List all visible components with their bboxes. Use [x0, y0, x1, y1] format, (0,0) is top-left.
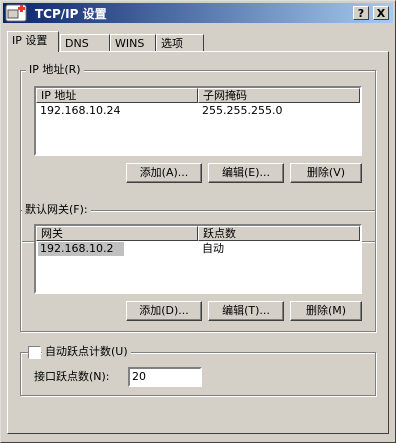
- gateway-metric-cell[interactable]: 自动: [202, 242, 224, 256]
- tcpip-settings-dialog: TCP/IP 设置 ? X IP 设置 DNS WINS 选项 IP 地址(R)…: [0, 0, 396, 443]
- gateway-cell[interactable]: 192.168.10.2: [38, 242, 124, 256]
- subnet-mask-cell[interactable]: 255.255.255.0: [202, 104, 282, 118]
- ip-add-button[interactable]: 添加(A)...: [126, 163, 202, 183]
- tab-ip-settings[interactable]: IP 设置: [7, 31, 59, 52]
- interface-metric-input[interactable]: 20: [128, 367, 202, 387]
- gateway-delete-button[interactable]: 删除(M): [290, 301, 362, 321]
- gateway-add-button[interactable]: 添加(D)...: [126, 301, 202, 321]
- tab-options[interactable]: 选项: [156, 34, 204, 51]
- window-title: TCP/IP 设置: [35, 7, 107, 21]
- column-header-ip-address[interactable]: IP 地址: [36, 88, 198, 103]
- ip-delete-button[interactable]: 删除(V): [290, 163, 362, 183]
- network-settings-icon: [5, 4, 27, 22]
- column-header-gateway[interactable]: 网关: [36, 226, 198, 241]
- column-header-metric[interactable]: 跃点数: [198, 226, 360, 241]
- interface-metric-label: 接口跃点数(N):: [34, 370, 110, 383]
- tab-wins[interactable]: WINS: [110, 34, 156, 51]
- help-button[interactable]: ?: [353, 6, 369, 20]
- ip-settings-panel: IP 地址(R) IP 地址 子网掩码 192.168.10.24 255.25…: [7, 51, 389, 434]
- title-bar: TCP/IP 设置 ? X: [3, 3, 393, 23]
- close-button[interactable]: X: [373, 6, 389, 20]
- default-gateway-group-label: 默认网关(F):: [22, 203, 91, 217]
- gateway-edit-button[interactable]: 编辑(T)...: [208, 301, 284, 321]
- ip-address-cell[interactable]: 192.168.10.24: [40, 104, 120, 118]
- auto-metric-label[interactable]: 自动跃点计数(U): [42, 345, 131, 359]
- tab-dns[interactable]: DNS: [60, 34, 110, 51]
- auto-metric-checkbox[interactable]: [28, 346, 41, 359]
- column-header-subnet-mask[interactable]: 子网掩码: [198, 88, 360, 103]
- ip-address-list[interactable]: IP 地址 子网掩码 192.168.10.24 255.255.255.0: [34, 86, 362, 156]
- ip-edit-button[interactable]: 编辑(E)...: [208, 163, 284, 183]
- ip-address-group-label: IP 地址(R): [26, 63, 84, 77]
- gateway-list[interactable]: 网关 跃点数 192.168.10.2 自动: [34, 224, 362, 294]
